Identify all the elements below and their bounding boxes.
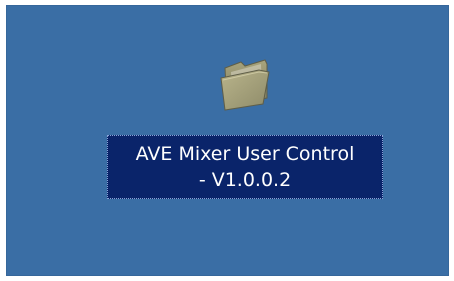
folder-label[interactable]: AVE Mixer User Control - V1.0.0.2 [107, 135, 383, 199]
folder-icon[interactable] [215, 54, 275, 114]
folder-label-line2: - V1.0.0.2 [198, 169, 292, 191]
desktop-area[interactable]: AVE Mixer User Control - V1.0.0.2 [6, 5, 449, 276]
folder-label-line1: AVE Mixer User Control [135, 143, 355, 165]
screenshot-frame: AVE Mixer User Control - V1.0.0.2 [0, 0, 454, 281]
desktop-folder-shortcut[interactable]: AVE Mixer User Control - V1.0.0.2 [107, 54, 383, 201]
